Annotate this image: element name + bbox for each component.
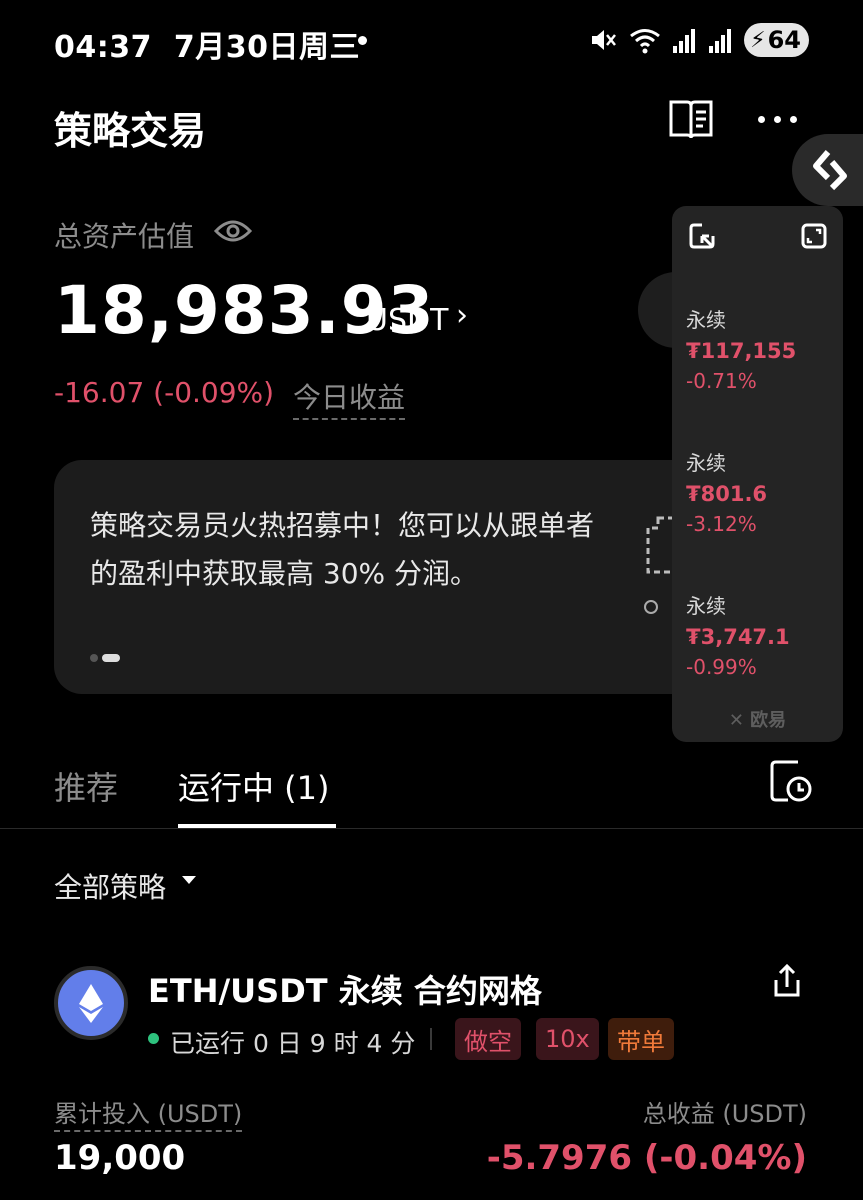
collapse-widget-icon[interactable] <box>800 222 828 250</box>
total-assets-label: 总资产估值 <box>54 220 195 253</box>
ticker-item[interactable]: 永续 ₮117,155 -0.71% <box>686 304 796 393</box>
ticker-price: ₮801.6 <box>686 482 768 506</box>
banner-text: 策略交易员火热招募中！您可以从跟单者的盈利中获取最高 30% 分润。 <box>90 509 595 590</box>
ticker-price: ₮3,747.1 <box>686 625 790 649</box>
banner-decor-circle <box>644 600 658 614</box>
invest-label[interactable]: 累计投入 (USDT) <box>54 1094 243 1132</box>
today-pnl-value: -16.07 (-0.09%) <box>54 376 275 409</box>
switch-arrows-icon <box>813 150 847 191</box>
short-tag: 做空 <box>455 1018 521 1060</box>
status-time: 04:37 7月30日周三 <box>54 30 361 65</box>
ethereum-icon <box>79 984 103 1023</box>
charging-icon: ⚡ <box>750 27 766 53</box>
page-title: 策略交易 <box>54 109 207 153</box>
today-pnl-label[interactable]: 今日收益 <box>293 376 406 420</box>
app-switch-button[interactable] <box>792 134 863 206</box>
assets-unit[interactable]: USDT <box>366 303 448 338</box>
battery-icon: ⚡ 64 <box>744 23 809 57</box>
strategy-title[interactable]: ETH/USDT 永续 合约网格 <box>148 966 542 1012</box>
more-icon[interactable] <box>758 104 804 134</box>
signal-icon <box>709 29 732 53</box>
run-duration: 已运行 0 日 9 时 4 分 <box>170 1029 416 1058</box>
divider <box>430 1028 432 1050</box>
status-bar: 04:37 7月30日周三 ⚡ 64 <box>0 0 863 80</box>
ticker-item[interactable]: 永续 ₮801.6 -3.12% <box>686 447 767 536</box>
ticker-change: -3.12% <box>686 512 757 536</box>
total-profit-label: 总收益 (USDT) <box>642 1100 807 1128</box>
history-clock-icon[interactable] <box>768 758 814 804</box>
promo-banner[interactable]: 策略交易员火热招募中！您可以从跟单者的盈利中获取最高 30% 分润。 <box>54 460 734 694</box>
ticker-change: -0.71% <box>686 369 757 393</box>
ticker-change: -0.99% <box>686 655 757 679</box>
banner-pagination <box>90 654 120 662</box>
total-profit-value: -5.7976 (-0.04%) <box>486 1138 807 1178</box>
signal-icon <box>673 29 696 53</box>
running-status-dot <box>148 1033 159 1044</box>
battery-level: 64 <box>767 26 801 54</box>
ticker-name: 永续 <box>686 308 726 332</box>
shrink-window-icon[interactable] <box>688 222 716 250</box>
wifi-icon <box>630 29 661 54</box>
status-icons: ⚡ 64 <box>588 22 809 58</box>
mute-icon <box>592 30 617 50</box>
ticker-item[interactable]: 永续 ₮3,747.1 -0.99% <box>686 590 790 679</box>
strategy-filter-dropdown[interactable]: 全部策略 <box>54 866 166 906</box>
tab-divider <box>0 828 863 829</box>
copy-trading-tag: 带单 <box>608 1018 674 1060</box>
eye-icon[interactable] <box>214 217 252 245</box>
tab-running[interactable]: 运行中 (1) <box>178 763 330 809</box>
floating-ticker-widget[interactable]: 永续 ₮117,155 -0.71% 永续 ₮801.6 -3.12% 永续 ₮… <box>672 206 843 742</box>
eth-coin-icon <box>54 966 128 1040</box>
ticker-price: ₮117,155 <box>686 339 797 363</box>
invest-value: 19,000 <box>54 1138 186 1178</box>
caret-down-icon[interactable] <box>182 876 196 884</box>
leverage-tag: 10x <box>536 1018 599 1060</box>
ticker-name: 永续 <box>686 451 726 475</box>
tab-recommended[interactable]: 推荐 <box>54 763 118 809</box>
notification-dot <box>358 36 367 45</box>
brand-logo: ✕ 欧易 <box>728 710 787 731</box>
ticker-name: 永续 <box>686 594 726 618</box>
share-icon[interactable] <box>768 962 806 1000</box>
chevron-right-icon[interactable]: › <box>456 298 468 333</box>
guide-book-icon[interactable] <box>668 98 714 142</box>
